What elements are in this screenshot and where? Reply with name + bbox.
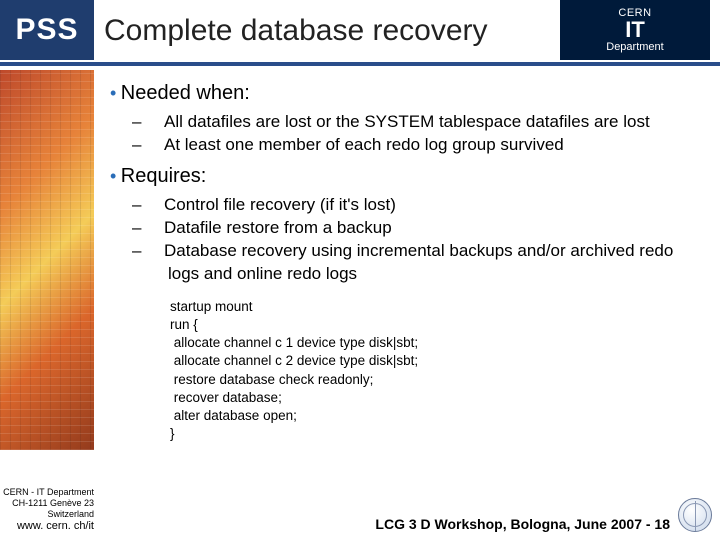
logo-line2: IT [625, 19, 645, 41]
bullet-2-sub: –Control file recovery (if it's lost) –D… [150, 194, 700, 286]
footer-url: www. cern. ch/it [0, 520, 94, 534]
header-bar: PSS Complete database recovery CERN IT D… [0, 0, 720, 66]
footer-line: CH-1211 Genève 23 [0, 498, 94, 509]
bullet-2: • Requires: [110, 165, 700, 188]
sidebar-decoration [0, 70, 94, 450]
list-item: –Database recovery using incremental bac… [150, 240, 700, 286]
logo-line3: Department [606, 41, 663, 53]
event-label: LCG 3 D Workshop, Bologna, June 2007 - 1… [375, 516, 670, 532]
footer-line: CERN - IT Department [0, 487, 94, 498]
bullet-1-sub: –All datafiles are lost or the SYSTEM ta… [150, 111, 700, 157]
slide-content: • Needed when: –All datafiles are lost o… [110, 82, 700, 443]
globe-icon [678, 498, 712, 532]
bullet-icon: • [110, 83, 116, 103]
pss-badge: PSS [0, 0, 94, 60]
list-item: –At least one member of each redo log gr… [150, 134, 700, 157]
footer-line: Switzerland [0, 509, 94, 520]
slide-title: Complete database recovery [104, 14, 488, 48]
list-item: –Control file recovery (if it's lost) [150, 194, 700, 217]
list-item: –All datafiles are lost or the SYSTEM ta… [150, 111, 700, 134]
cern-it-logo: CERN IT Department [560, 0, 710, 60]
bullet-icon: • [110, 166, 116, 186]
code-block: startup mount run { allocate channel c 1… [170, 298, 700, 444]
bullet-2-label: Requires: [121, 165, 207, 187]
footer-address: CERN - IT Department CH-1211 Genève 23 S… [0, 487, 94, 535]
bullet-1-label: Needed when: [121, 82, 250, 104]
list-item: –Datafile restore from a backup [150, 217, 700, 240]
bullet-1: • Needed when: [110, 82, 700, 105]
